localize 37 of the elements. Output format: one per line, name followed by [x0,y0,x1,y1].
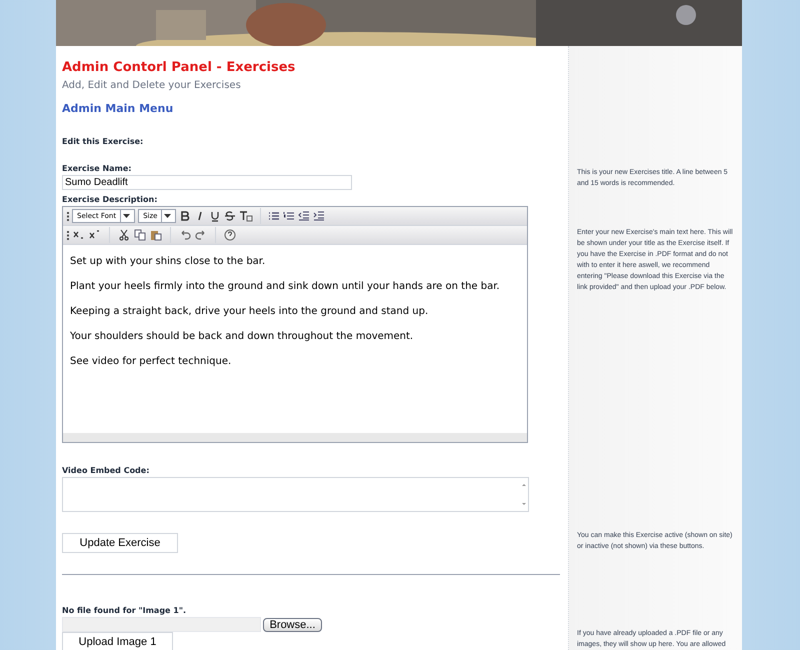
underline-icon[interactable] [209,210,222,222]
exercise-name-field[interactable]: Sumo Deadlift [62,175,352,190]
paste-icon[interactable] [150,229,162,241]
browse-button[interactable]: Browse... [263,618,322,632]
format-icon[interactable] [239,210,254,222]
description-paragraph: Plant your heels firmly into the ground and sink down until your hands are on the bar. [70,280,500,294]
indent-icon[interactable] [313,210,326,222]
update-exercise-button[interactable]: Update Exercise [62,533,178,553]
copy-icon[interactable] [134,229,146,241]
file-path-field[interactable] [62,617,261,632]
field-label: Exercise Name: [62,163,132,175]
caret-icon [123,214,130,218]
redo-icon[interactable] [195,229,207,241]
strikethrough-icon[interactable] [224,210,236,222]
superscript-icon[interactable] [89,229,101,241]
description-paragraph: Set up with your shins close to the bar. [70,255,266,269]
subscript-icon[interactable] [73,229,85,241]
cut-icon[interactable] [118,229,130,241]
field-label: Video Embed Code: [62,465,150,477]
upload-image-button[interactable]: Upload Image 1 [62,632,173,650]
bold-icon[interactable] [179,210,192,222]
admin-menu-link[interactable]: Admin Main Menu [62,100,174,117]
description-paragraph: See video for perfect technique. [70,355,232,369]
undo-icon[interactable] [179,229,191,241]
page-title: Admin Contorl Panel - Exercises [62,59,296,77]
caret-icon [164,214,172,218]
bullet-list-icon[interactable] [268,210,280,222]
upload-message: No file found for "Image 1". [62,605,186,617]
outdent-icon[interactable] [298,210,310,222]
video-embed-field[interactable] [62,477,529,512]
numbered-list-icon[interactable] [283,210,296,222]
help-icon[interactable] [224,229,236,241]
description-paragraph: Your shoulders should be back and down throughout the movement. [70,330,414,344]
page-subtitle: Add, Edit and Delete your Exercises [62,78,241,92]
section-title: Edit this Exercise: [62,136,144,148]
description-paragraph: Keeping a straight back, drive your heels into the ground and stand up. [70,305,428,319]
field-label: Exercise Description: [62,194,158,206]
